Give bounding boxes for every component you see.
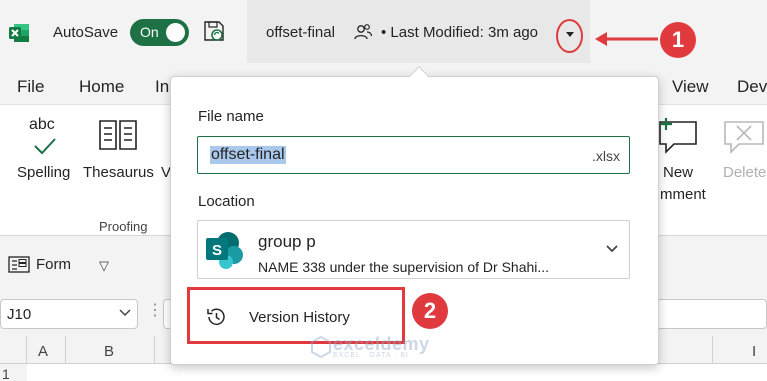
autosave-toggle-state: On xyxy=(140,24,159,40)
save-sync-icon[interactable] xyxy=(202,19,226,43)
form-icon[interactable] xyxy=(8,256,30,273)
new-comment-label-line1: New xyxy=(663,164,694,181)
new-comment-label-line2: mment xyxy=(660,186,706,203)
last-modified-text: • Last Modified: 3m ago xyxy=(381,24,539,41)
location-label: Location xyxy=(198,193,255,210)
history-icon xyxy=(207,308,225,326)
column-divider xyxy=(712,336,713,364)
file-extension: .xlsx xyxy=(592,148,620,164)
location-name: group p xyxy=(258,232,316,251)
name-box-value: J10 xyxy=(7,306,32,323)
form-button-label[interactable]: Form xyxy=(36,256,71,273)
autosave-label: AutoSave xyxy=(53,24,119,41)
tab-home[interactable]: Home xyxy=(79,77,124,97)
tab-file[interactable]: File xyxy=(17,77,44,97)
chevron-down-icon[interactable] xyxy=(119,305,131,319)
thesaurus-label: Thesaurus xyxy=(83,164,154,181)
checkmark-icon xyxy=(34,138,56,155)
sharepoint-icon: S xyxy=(206,232,243,269)
file-name-input[interactable]: offset-final .xlsx xyxy=(197,136,630,174)
spelling-label: Spelling xyxy=(17,164,71,181)
tab-insert[interactable]: In xyxy=(155,77,169,97)
tab-view[interactable]: View xyxy=(672,77,709,97)
chevron-down-icon[interactable] xyxy=(605,243,619,255)
title-dropdown-button[interactable] xyxy=(556,19,583,53)
document-title[interactable]: offset-final xyxy=(266,24,335,41)
svg-text:S: S xyxy=(212,242,222,259)
location-dropdown[interactable]: S group p NAME 338 under the supervision… xyxy=(197,220,630,279)
annotation-badge-2: 2 xyxy=(412,293,448,329)
delete-comment-label: Delete xyxy=(723,164,767,181)
column-header-a[interactable]: A xyxy=(38,343,48,360)
watermark: exceldemy EXCEL · DATA · BI xyxy=(311,332,461,362)
select-all-corner[interactable] xyxy=(0,336,27,364)
spelling-abc-icon: abc xyxy=(29,116,55,133)
column-divider xyxy=(65,336,66,364)
proofing-group-label: Proofing xyxy=(99,219,148,234)
file-name-label: File name xyxy=(198,108,264,125)
tab-developer[interactable]: Dev xyxy=(737,77,767,97)
version-history-label: Version History xyxy=(249,309,350,326)
watermark-logo-icon xyxy=(311,336,331,358)
autosave-toggle[interactable]: On xyxy=(130,19,189,46)
book-icon xyxy=(99,120,137,150)
new-comment-icon xyxy=(659,118,697,154)
shared-people-icon xyxy=(354,24,373,40)
file-name-value: offset-final xyxy=(210,146,286,164)
delete-comment-icon xyxy=(724,121,764,154)
watermark-tagline: EXCEL · DATA · BI xyxy=(333,352,409,359)
toggle-knob xyxy=(166,23,185,42)
annotation-arrow-1 xyxy=(595,32,658,46)
annotation-badge-1: 1 xyxy=(660,22,696,58)
row-header-1[interactable]: 1 xyxy=(2,366,10,381)
cell-grid[interactable] xyxy=(27,364,767,381)
chevron-down-icon xyxy=(566,32,574,37)
customize-dropdown-icon[interactable]: ▽ xyxy=(99,258,109,274)
column-header-i[interactable]: I xyxy=(752,343,756,360)
name-box[interactable]: J10 xyxy=(0,299,138,329)
column-divider xyxy=(154,336,155,364)
location-description: NAME 338 under the supervision of Dr Sha… xyxy=(258,259,550,275)
more-options-dots[interactable]: ⋮ xyxy=(147,300,164,320)
excel-logo-icon xyxy=(9,24,29,42)
column-header-b[interactable]: B xyxy=(104,343,114,360)
